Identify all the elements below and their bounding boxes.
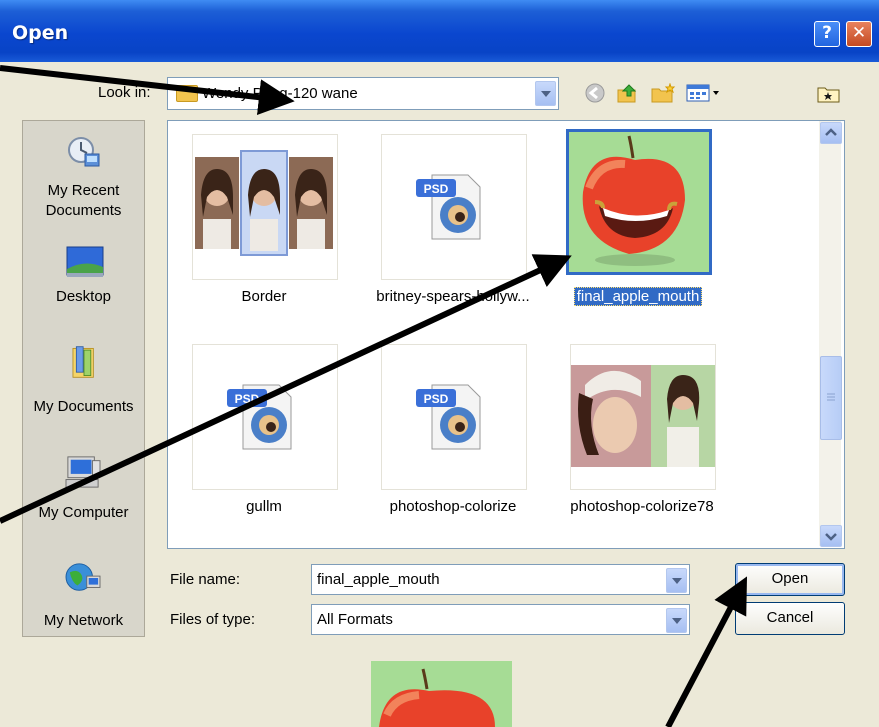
file-name: photoshop-colorize78 bbox=[570, 498, 714, 515]
place-my-computer[interactable]: My Computer bbox=[23, 451, 144, 537]
chevron-down-icon bbox=[825, 533, 837, 541]
look-in-label: Look in: bbox=[98, 84, 151, 101]
file-name-value: final_apple_mouth bbox=[317, 571, 440, 588]
file-list[interactable]: Border PSD britney-spears-hollyw... fina… bbox=[167, 120, 845, 549]
file-name: gullm bbox=[246, 498, 282, 515]
place-label: My Network bbox=[43, 612, 124, 629]
new-folder-icon[interactable] bbox=[651, 83, 677, 103]
recent-documents-icon bbox=[68, 137, 100, 167]
dialog-title: Open bbox=[12, 22, 69, 44]
place-desktop[interactable]: Desktop bbox=[23, 241, 144, 321]
cancel-button[interactable]: Cancel bbox=[735, 602, 845, 635]
desktop-icon bbox=[66, 246, 104, 277]
folder-icon bbox=[176, 85, 198, 102]
my-computer-icon bbox=[65, 456, 101, 488]
file-thumbnail bbox=[570, 344, 716, 490]
place-label: My Documents bbox=[33, 398, 134, 415]
my-network-icon bbox=[65, 563, 101, 591]
file-thumbnail bbox=[192, 134, 338, 280]
file-name-selected: final_apple_mouth bbox=[548, 287, 728, 306]
scroll-down-button[interactable] bbox=[820, 525, 842, 547]
file-type-label: Files of type: bbox=[170, 611, 256, 628]
close-button[interactable]: ✕ bbox=[846, 21, 872, 47]
apple-image-thumbnail bbox=[569, 132, 709, 272]
place-label-line1: My Recent bbox=[47, 182, 120, 199]
psd-badge: PSD bbox=[424, 392, 449, 406]
file-name: Border bbox=[241, 288, 287, 305]
file-thumbnail: PSD bbox=[381, 344, 527, 490]
file-thumbnail: PSD bbox=[381, 134, 527, 280]
look-in-dropdown-button[interactable] bbox=[535, 81, 556, 106]
back-icon[interactable] bbox=[584, 83, 606, 103]
place-my-recent-documents[interactable]: My Recent Documents bbox=[23, 129, 144, 229]
scroll-up-button[interactable] bbox=[820, 122, 842, 144]
tools-icon[interactable] bbox=[817, 83, 841, 103]
psd-file-icon: PSD bbox=[416, 384, 481, 450]
psd-file-icon: PSD bbox=[416, 174, 481, 240]
file-type-select[interactable]: All Formats bbox=[311, 604, 690, 635]
apple-preview-image bbox=[371, 661, 512, 727]
vertical-scrollbar[interactable] bbox=[819, 121, 842, 547]
file-type-dropdown-button[interactable] bbox=[666, 608, 687, 633]
places-bar: My Recent Documents Desktop My Documents bbox=[22, 120, 145, 637]
psd-badge: PSD bbox=[235, 392, 260, 406]
image-thumbnail-icon bbox=[571, 345, 715, 489]
place-my-documents[interactable]: My Documents bbox=[23, 343, 144, 429]
my-documents-icon bbox=[72, 346, 94, 378]
views-menu-icon[interactable] bbox=[686, 83, 722, 103]
file-thumbnail: PSD bbox=[192, 344, 338, 490]
file-thumbnail-selected bbox=[566, 129, 712, 275]
file-name: britney-spears-hollyw... bbox=[376, 288, 530, 305]
title-bar: Open ? ✕ bbox=[0, 0, 879, 62]
file-name-input[interactable]: final_apple_mouth bbox=[311, 564, 690, 595]
place-label: My Computer bbox=[38, 504, 129, 521]
open-dialog: Open ? ✕ Look in: Wendy Peng-120 wane My… bbox=[0, 0, 879, 727]
psd-file-icon: PSD bbox=[227, 384, 292, 450]
up-folder-icon[interactable] bbox=[617, 83, 639, 103]
grip-icon bbox=[827, 393, 835, 401]
place-label: Desktop bbox=[55, 288, 112, 305]
selected-file-label: final_apple_mouth bbox=[573, 287, 703, 306]
file-type-value: All Formats bbox=[317, 611, 393, 628]
look-in-value: Wendy Peng-120 wane bbox=[202, 85, 358, 102]
image-preview bbox=[371, 661, 512, 727]
file-name: photoshop-colorize bbox=[389, 498, 517, 515]
place-label-line2: Documents bbox=[45, 202, 122, 219]
look-in-combo[interactable]: Wendy Peng-120 wane bbox=[167, 77, 559, 110]
chevron-up-icon bbox=[825, 128, 837, 136]
scroll-thumb[interactable] bbox=[820, 356, 842, 440]
file-name-dropdown-button[interactable] bbox=[666, 568, 687, 593]
help-button[interactable]: ? bbox=[814, 21, 840, 47]
psd-badge: PSD bbox=[424, 182, 449, 196]
place-my-network[interactable]: My Network bbox=[23, 557, 144, 637]
image-thumbnail-icon bbox=[193, 135, 337, 279]
file-name-label: File name: bbox=[170, 571, 241, 588]
open-button[interactable]: Open bbox=[735, 563, 845, 596]
